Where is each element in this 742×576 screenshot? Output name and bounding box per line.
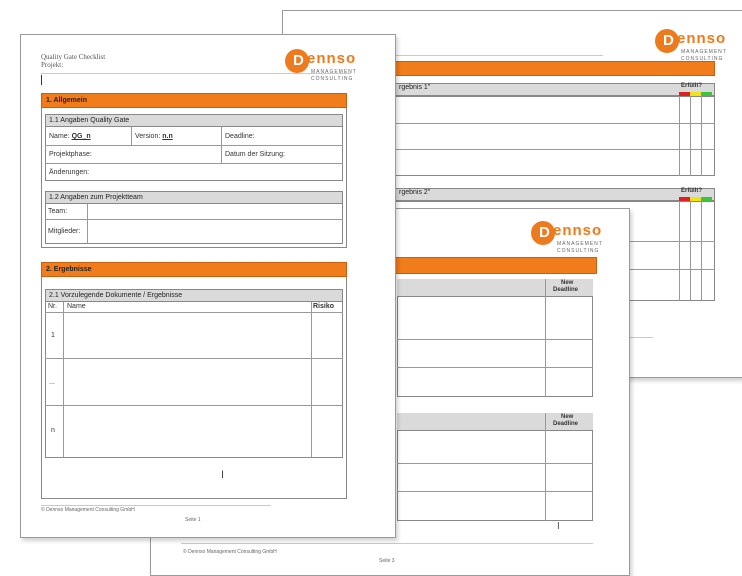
erfuellt-label-2: Erfüllt? [681,188,702,194]
text-caret [41,75,42,85]
section-1-bar: 1. Allgemein [41,93,347,108]
projektphase-label: Projektphase: [49,151,92,158]
footer-company: © Dennso Management Consulting GmbH [183,549,277,555]
text-cursor-icon-front: I [221,469,225,481]
table-row-nr: 1 [51,332,55,339]
front-page: Quality Gate Checklist Projekt: D ennso … [20,34,396,538]
logo-circle-icon-2: D [531,221,555,245]
sub-1-1-header: 1.1 Angaben Quality Gate [45,114,343,127]
datum-label: Datum der Sitzung: [225,151,285,158]
table-row-nr: n [51,427,55,434]
footer-page: Seite 3 [379,558,395,564]
section-bar [373,61,715,76]
dennso-logo-front: D ennso MANAGEMENT CONSULTING [285,45,363,85]
text-cursor-icon: I [557,521,560,532]
dennso-logo-2: D ennso MANAGEMENT CONSULTING [531,217,609,257]
logo-circle-icon-front: D [285,49,309,73]
col-name-header: Name [67,303,86,310]
version-label: Version: n.n [135,133,173,140]
sub-1-2-header: 1.2 Angaben zum Projektteam [45,191,343,204]
section-bar-middle [381,257,597,274]
aenderungen-label: Änderungen: [49,169,90,176]
col-risiko-header: Risiko [313,303,335,310]
name-label: Name: QG_n [49,133,91,140]
section-2-bar: 2. Ergebnisse [41,262,347,277]
col-nr-header: Nr. [48,303,57,310]
footer-page-front: Seite 1 [185,517,201,523]
document-title: Quality Gate Checklist [41,53,106,61]
version-value: n.n [162,133,173,140]
team-label: Team: [48,208,68,215]
project-label: Projekt: [41,61,64,69]
result-1-header: rgebnis 1" [395,83,715,96]
documents-table [45,302,343,458]
sub-2-1-header: 2.1 Vorzulegende Dokumente / Ergebnisse [45,289,343,302]
erfuellt-label: Erfüllt? [681,83,702,89]
result-2-header: rgebnis 2" [395,188,715,201]
deadline-label: Deadline: [225,133,255,140]
dennso-logo: D ennso MANAGEMENT CONSULTING [655,25,733,65]
footer-company-front: © Dennso Management Consulting GmbH [41,507,135,513]
mitglieder-label: Mitglieder: [48,228,81,235]
table-row-nr: ... [49,379,55,386]
name-value: QG_n [71,133,91,140]
new-deadline-label: New [561,280,574,286]
logo-circle-icon: D [655,29,679,53]
